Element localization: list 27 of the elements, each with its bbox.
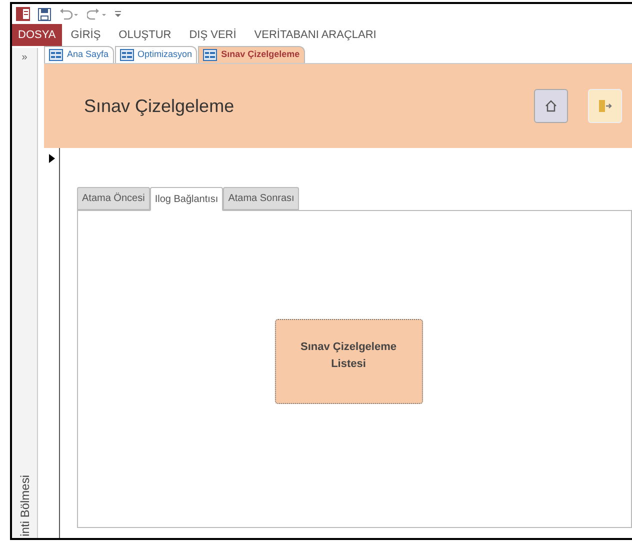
home-button[interactable]: [534, 89, 568, 123]
customize-icon[interactable]: [115, 10, 121, 18]
ribbon-tab[interactable]: VERİTABANI ARAÇLARI: [245, 24, 386, 46]
ribbon-tab[interactable]: GİRİŞ: [62, 24, 110, 46]
form-icon: [49, 49, 63, 61]
exit-icon: [598, 99, 612, 113]
home-icon: [545, 100, 557, 112]
form-tab[interactable]: Atama Öncesi: [77, 187, 150, 210]
file-tab[interactable]: DOSYA: [12, 24, 62, 46]
current-record-icon: [48, 154, 54, 163]
form-icon: [120, 49, 134, 61]
form-title: Sınav Çizelgeleme: [84, 94, 236, 118]
save-icon[interactable]: [38, 8, 51, 20]
expand-pane-button[interactable]: »: [22, 50, 28, 65]
schedule-list-button[interactable]: Sınav Çizelgeleme Listesi: [274, 319, 422, 404]
document-tab[interactable]: Optimizasyon: [114, 46, 198, 63]
form-icon: [203, 49, 218, 61]
pane-title: inti Bölmesi: [16, 474, 32, 536]
form-tab[interactable]: Atama Sonrası: [223, 187, 300, 210]
document-tab[interactable]: Ana Sayfa: [44, 46, 114, 63]
app-icon[interactable]: [16, 7, 30, 21]
redo-icon[interactable]: [87, 8, 107, 20]
document-tab[interactable]: Sınav Çizelgeleme: [198, 46, 305, 63]
ribbon-tab[interactable]: OLUŞTUR: [110, 24, 180, 46]
undo-icon[interactable]: [59, 8, 79, 20]
form-tab[interactable]: Ilog Bağlantısı: [150, 187, 224, 211]
ribbon-tab[interactable]: DIŞ VERİ: [180, 24, 246, 46]
